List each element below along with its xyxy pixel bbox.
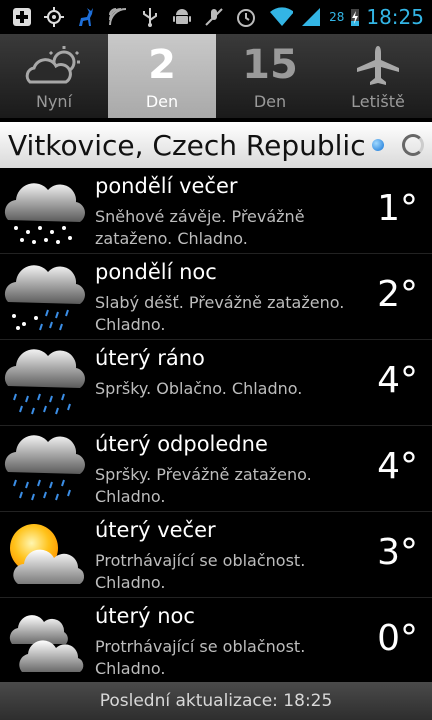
forecast-temperature: 2° xyxy=(377,274,418,315)
tab-label: Den xyxy=(253,92,287,111)
forecast-period: pondělí večer xyxy=(95,174,238,198)
last-update-bar: Poslední aktualizace: 18:25 xyxy=(0,682,432,720)
gps-icon xyxy=(42,5,66,29)
tab-label: Letiště xyxy=(351,92,405,111)
cell-signal-icon xyxy=(299,5,323,29)
forecast-row[interactable]: úterý noc Protrhávající se oblačnost. Ch… xyxy=(0,598,432,682)
forecast-period: pondělí noc xyxy=(95,260,217,284)
usb-icon xyxy=(138,5,162,29)
tab-label: Nyní xyxy=(35,92,73,111)
forecast-row[interactable]: úterý večer Protrhávající se oblačnost. … xyxy=(0,512,432,598)
location-name: Vitkovice, Czech Republic xyxy=(8,128,366,162)
forecast-temperature: 4° xyxy=(377,360,418,401)
forecast-period: úterý noc xyxy=(95,604,195,628)
location-bar[interactable]: Vitkovice, Czech Republic xyxy=(0,122,432,168)
forecast-row[interactable]: pondělí noc Slabý déšť. Převážně zatažen… xyxy=(0,254,432,340)
no-mic-icon xyxy=(202,5,226,29)
forecast-row[interactable]: úterý ráno Spršky. Oblačno. Chladno. 4° xyxy=(0,340,432,426)
forecast-row[interactable]: úterý odpoledne Spršky. Převážně zatažen… xyxy=(0,426,432,512)
status-bar: 28 18:25 xyxy=(0,0,432,34)
wifi-icon xyxy=(269,5,294,29)
rain-cloud-icon xyxy=(2,346,88,420)
tab-now[interactable]: Nyní xyxy=(0,34,108,118)
tab-number: 15 xyxy=(242,42,298,88)
forecast-description: Protrhávající se oblačnost. Chladno. xyxy=(95,637,306,678)
gps-fix-indicator-icon xyxy=(371,139,384,151)
forecast-description: Slabý déšť. Převážně zataženo. Chladno. xyxy=(95,293,345,334)
forecast-list[interactable]: pondělí večer Sněhové závěje. Převážně z… xyxy=(0,168,432,682)
rain-cloud-icon xyxy=(2,432,88,506)
cloud-sun-icon xyxy=(22,44,86,92)
forecast-row[interactable]: pondělí večer Sněhové závěje. Převážně z… xyxy=(0,168,432,254)
forecast-temperature: 0° xyxy=(377,618,418,659)
battery-level: 28 xyxy=(329,10,345,24)
tab-airport[interactable]: Letiště xyxy=(324,34,432,118)
last-update-text: Poslední aktualizace: 18:25 xyxy=(99,691,333,711)
android-icon xyxy=(170,5,194,29)
battery-charging-icon xyxy=(350,5,360,29)
plus-box-icon xyxy=(10,5,34,29)
forecast-description: Spršky. Převážně zataženo. Chladno. xyxy=(95,465,312,506)
forecast-temperature: 1° xyxy=(377,188,418,229)
deer-icon xyxy=(74,5,98,29)
forecast-description: Protrhávající se oblačnost. Chladno. xyxy=(95,551,306,592)
sun-cloud-icon xyxy=(2,518,88,592)
tab-label: Den xyxy=(145,92,179,111)
tab-15-days[interactable]: 15 Den xyxy=(216,34,324,118)
forecast-temperature: 3° xyxy=(377,532,418,573)
forecast-period: úterý ráno xyxy=(95,346,205,370)
signal-arcs-icon xyxy=(106,5,130,29)
clock: 18:25 xyxy=(366,5,424,29)
forecast-description: Spršky. Oblačno. Chladno. xyxy=(95,379,303,398)
tab-bar: Nyní 2 Den 15 Den Letiště xyxy=(0,34,432,118)
tab-number: 2 xyxy=(148,42,176,88)
clouds-icon xyxy=(2,604,88,678)
refresh-spinner-icon[interactable] xyxy=(402,134,424,156)
sleet-cloud-icon xyxy=(2,260,88,334)
forecast-period: úterý večer xyxy=(95,518,216,542)
airplane-icon xyxy=(353,44,403,92)
snow-cloud-icon xyxy=(2,174,88,248)
forecast-period: úterý odpoledne xyxy=(95,432,268,456)
alarm-icon xyxy=(234,5,258,29)
tab-2-days[interactable]: 2 Den xyxy=(108,34,216,118)
forecast-description: Sněhové závěje. Převážně zataženo. Chlad… xyxy=(95,207,305,248)
forecast-temperature: 4° xyxy=(377,446,418,487)
